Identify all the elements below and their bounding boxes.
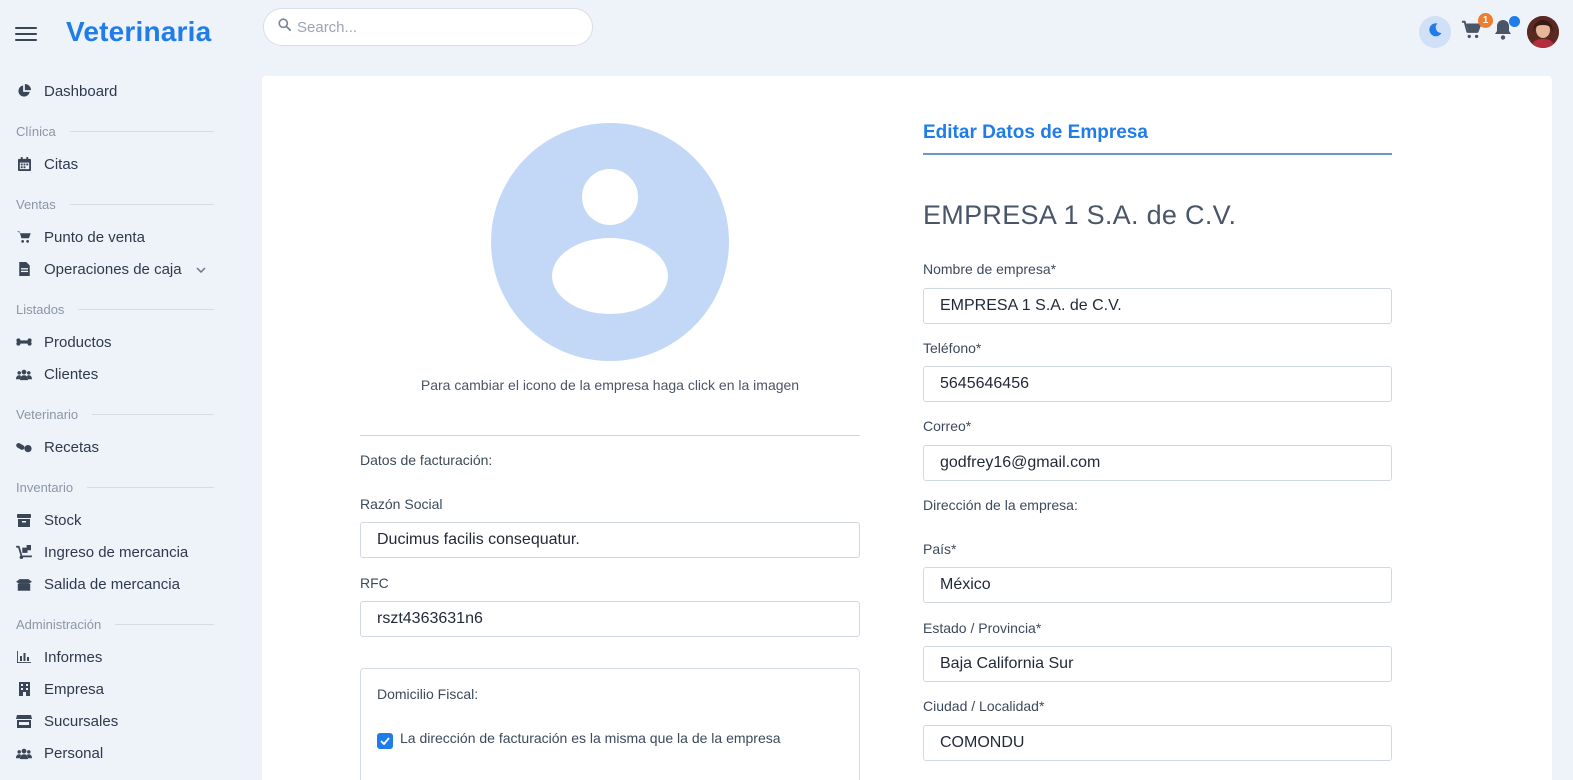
building-icon (16, 681, 32, 697)
sidebar-item-label: Citas (44, 155, 79, 173)
company-avatar[interactable] (491, 123, 729, 361)
cart-count-badge: 1 (1478, 13, 1493, 28)
sidebar-section-administracion: Administración (0, 600, 240, 641)
sidebar-item-citas[interactable]: Citas (0, 148, 240, 180)
sidebar-section-clinica: Clínica (0, 107, 240, 148)
sidebar-item-empresa[interactable]: Empresa (0, 673, 240, 705)
domicilio-fiscal-box: Domicilio Fiscal: La dirección de factur… (360, 668, 860, 780)
sidebar-section-ventas: Ventas (0, 180, 240, 221)
sidebar-item-label: Productos (44, 333, 112, 351)
search-bar[interactable] (263, 8, 593, 46)
sidebar-item-label: Dashboard (44, 82, 118, 100)
correo-label: Correo* (923, 418, 972, 434)
rfc-label: RFC (360, 575, 389, 591)
sidebar-item-salida-de-mercancia[interactable]: Salida de mercancia (0, 568, 240, 600)
user-avatar[interactable] (1527, 16, 1559, 48)
same-address-label[interactable]: La dirección de facturación es la misma … (400, 730, 781, 746)
divider (360, 435, 860, 436)
cart-icon (1461, 20, 1483, 45)
sidebar-item-clientes[interactable]: Clientes (0, 358, 240, 390)
checkmark-icon (380, 732, 390, 750)
chevron-down-icon (196, 262, 206, 276)
sidebar-section-inventario: Inventario (0, 463, 240, 504)
company-name-heading: EMPRESA 1 S.A. de C.V. (923, 200, 1237, 230)
nombre-label: Nombre de empresa* (923, 261, 1057, 277)
store-icon (16, 713, 32, 729)
same-address-checkbox[interactable] (377, 733, 393, 749)
sidebar-item-ingreso-de-mercancia[interactable]: Ingreso de mercancia (0, 536, 240, 568)
sidebar-item-personal[interactable]: Personal (0, 737, 240, 769)
dark-mode-toggle[interactable] (1419, 16, 1451, 48)
bone-icon (16, 334, 32, 350)
sidebar: Dashboard Clínica Citas Ventas Punto de … (0, 72, 240, 769)
sidebar-item-label: Punto de venta (44, 228, 145, 246)
billing-heading: Datos de facturación: (360, 452, 493, 468)
sidebar-item-label: Operaciones de caja (44, 260, 182, 278)
sidebar-section-listados: Listados (0, 285, 240, 326)
sidebar-item-recetas[interactable]: Recetas (0, 431, 240, 463)
box-icon (16, 512, 32, 528)
menu-toggle-icon[interactable] (15, 27, 37, 43)
ciudad-field[interactable]: COMONDU (923, 725, 1392, 761)
sidebar-item-label: Sucursales (44, 712, 119, 730)
telefono-label: Teléfono* (923, 340, 982, 356)
notification-dot (1509, 16, 1520, 27)
brand-logo[interactable]: Veterinaria (66, 16, 211, 48)
telefono-field[interactable]: 5645646456 (923, 366, 1392, 402)
sidebar-item-dashboard[interactable]: Dashboard (0, 75, 240, 107)
ciudad-label: Ciudad / Localidad* (923, 698, 1045, 714)
cart-icon (16, 229, 32, 245)
nombre-field[interactable]: EMPRESA 1 S.A. de C.V. (923, 288, 1392, 324)
file-icon (16, 261, 32, 277)
box-open-icon (16, 576, 32, 592)
search-input[interactable] (297, 18, 577, 36)
user-placeholder-icon (491, 169, 729, 361)
moon-icon (1427, 22, 1443, 43)
company-edit-card: Para cambiar el icono de la empresa haga… (262, 76, 1552, 780)
sidebar-item-operaciones-de-caja[interactable]: Operaciones de caja (0, 253, 240, 285)
users-icon (16, 745, 32, 761)
sidebar-section-veterinario: Veterinario (0, 390, 240, 431)
title-underline (923, 153, 1392, 155)
estado-field[interactable]: Baja California Sur (923, 646, 1392, 682)
bell-icon (1493, 20, 1513, 45)
direccion-heading: Dirección de la empresa: (923, 497, 1078, 513)
sidebar-item-label: Personal (44, 744, 104, 762)
pais-field[interactable]: México (923, 567, 1392, 603)
razon-social-label: Razón Social (360, 496, 443, 512)
avatar-hint-text: Para cambiar el icono de la empresa haga… (420, 377, 800, 393)
cart-button[interactable]: 1 (1461, 13, 1493, 45)
notifications-button[interactable] (1493, 16, 1520, 45)
sidebar-item-informes[interactable]: Informes (0, 641, 240, 673)
estado-label: Estado / Provincia* (923, 620, 1042, 636)
domicilio-heading: Domicilio Fiscal: (377, 686, 479, 702)
sidebar-item-productos[interactable]: Productos (0, 326, 240, 358)
correo-field[interactable]: godfrey16@gmail.com (923, 445, 1392, 481)
sidebar-item-label: Stock (44, 511, 82, 529)
sidebar-item-label: Ingreso de mercancia (44, 543, 189, 561)
pie-chart-icon (16, 83, 32, 99)
rfc-field[interactable]: rszt4363631n6 (360, 601, 860, 637)
users-icon (16, 366, 32, 382)
pills-icon (16, 439, 32, 455)
sidebar-item-punto-de-venta[interactable]: Punto de venta (0, 221, 240, 253)
pais-label: País* (923, 541, 957, 557)
sidebar-item-label: Salida de mercancia (44, 575, 180, 593)
search-icon (278, 18, 292, 36)
sidebar-item-label: Informes (44, 648, 103, 666)
sidebar-item-stock[interactable]: Stock (0, 504, 240, 536)
dolly-icon (16, 544, 32, 560)
razon-social-field[interactable]: Ducimus facilis consequatur. (360, 522, 860, 558)
sidebar-item-label: Empresa (44, 680, 105, 698)
bar-chart-icon (16, 649, 32, 665)
sidebar-item-label: Recetas (44, 438, 100, 456)
form-title: Editar Datos de Empresa (923, 122, 1148, 143)
sidebar-item-label: Clientes (44, 365, 99, 383)
calendar-icon (16, 156, 32, 172)
sidebar-item-sucursales[interactable]: Sucursales (0, 705, 240, 737)
